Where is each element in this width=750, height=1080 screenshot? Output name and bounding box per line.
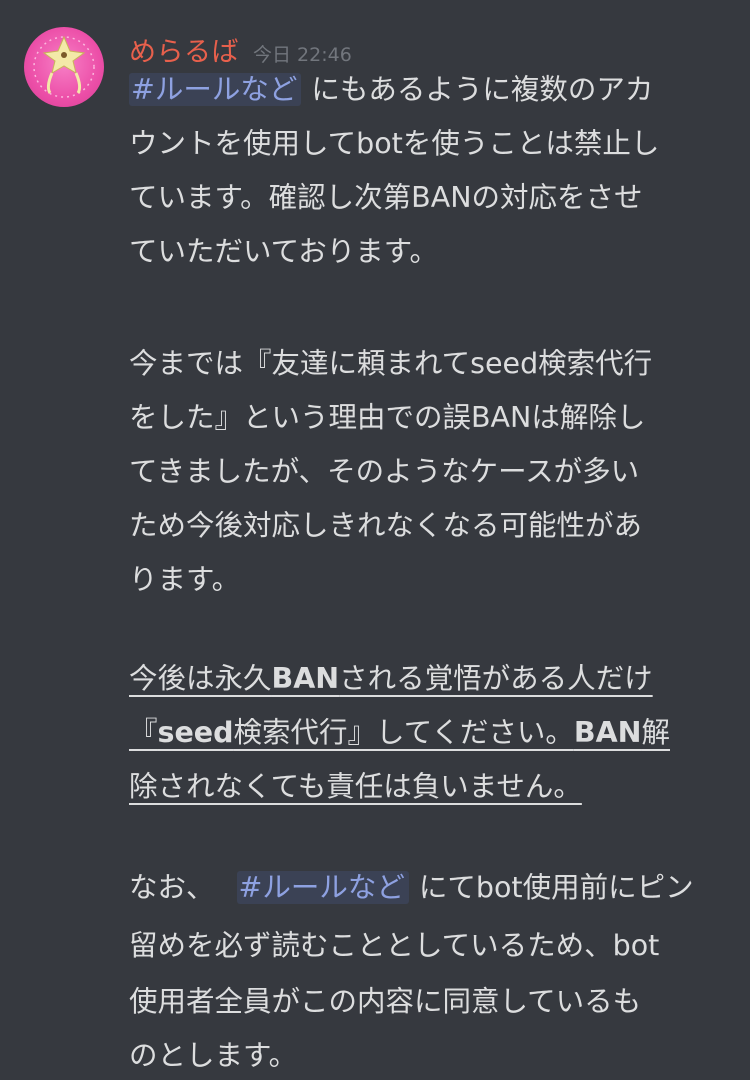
- message-text: される覚悟がある人だけ: [339, 662, 653, 695]
- underlined-line: 『seed検索代行』してください。BAN解: [129, 711, 670, 755]
- message-line: 留めを必ず読むこととしているため、bot: [129, 929, 660, 962]
- username[interactable]: めらるば: [129, 30, 239, 69]
- bold-text: seed: [157, 716, 234, 749]
- bold-text: BAN: [271, 662, 340, 695]
- message-line: てきましたが、そのようなケースが多い: [129, 455, 640, 488]
- bold-text: BAN: [573, 716, 642, 749]
- message-line: #ルールなど にもあるように複数のアカ: [129, 68, 653, 112]
- avatar-star-icon: [33, 35, 95, 98]
- timestamp: 今日 22:46: [253, 44, 352, 66]
- message-text: 『: [129, 716, 158, 749]
- message-line: ため今後対応しきれなくなる可能性があ: [129, 509, 643, 542]
- channel-mention[interactable]: #ルールなど: [129, 73, 302, 106]
- message-line: 使用者全員がこの内容に同意しているも: [129, 985, 642, 1018]
- message-line: ります。: [129, 563, 241, 596]
- message-line: なお、 #ルールなど にてbot使用前にピン: [129, 866, 694, 910]
- message-line: 今までは『友達に頼まれてseed検索代行: [129, 347, 653, 380]
- message-text: なお、: [129, 871, 215, 904]
- message-text: にもあるように複数のアカ: [311, 73, 654, 106]
- underlined-line: 今後は永久BANされる覚悟がある人だけ: [129, 657, 653, 701]
- message-text: にてbot使用前にピン: [418, 871, 694, 904]
- avatar[interactable]: [24, 27, 104, 107]
- message-line: ていただいております。: [129, 235, 438, 268]
- message-header: めらるば 今日 22:46: [129, 30, 352, 68]
- message-text: 解: [641, 716, 670, 749]
- underlined-line: 除されなくても責任は負いません。: [129, 770, 582, 803]
- message-text: 検索代行』してください。: [233, 716, 574, 749]
- message-line: ウントを使用してbotを使うことは禁止し: [129, 127, 660, 160]
- message-line: のとします。: [129, 1039, 298, 1072]
- channel-mention[interactable]: #ルールなど: [236, 871, 409, 904]
- message-text: 今後は永久: [129, 662, 272, 695]
- message-line: をした』という理由での誤BANは解除し: [129, 401, 646, 434]
- message-line: ています。確認し次第BANの対応をさせ: [129, 181, 643, 214]
